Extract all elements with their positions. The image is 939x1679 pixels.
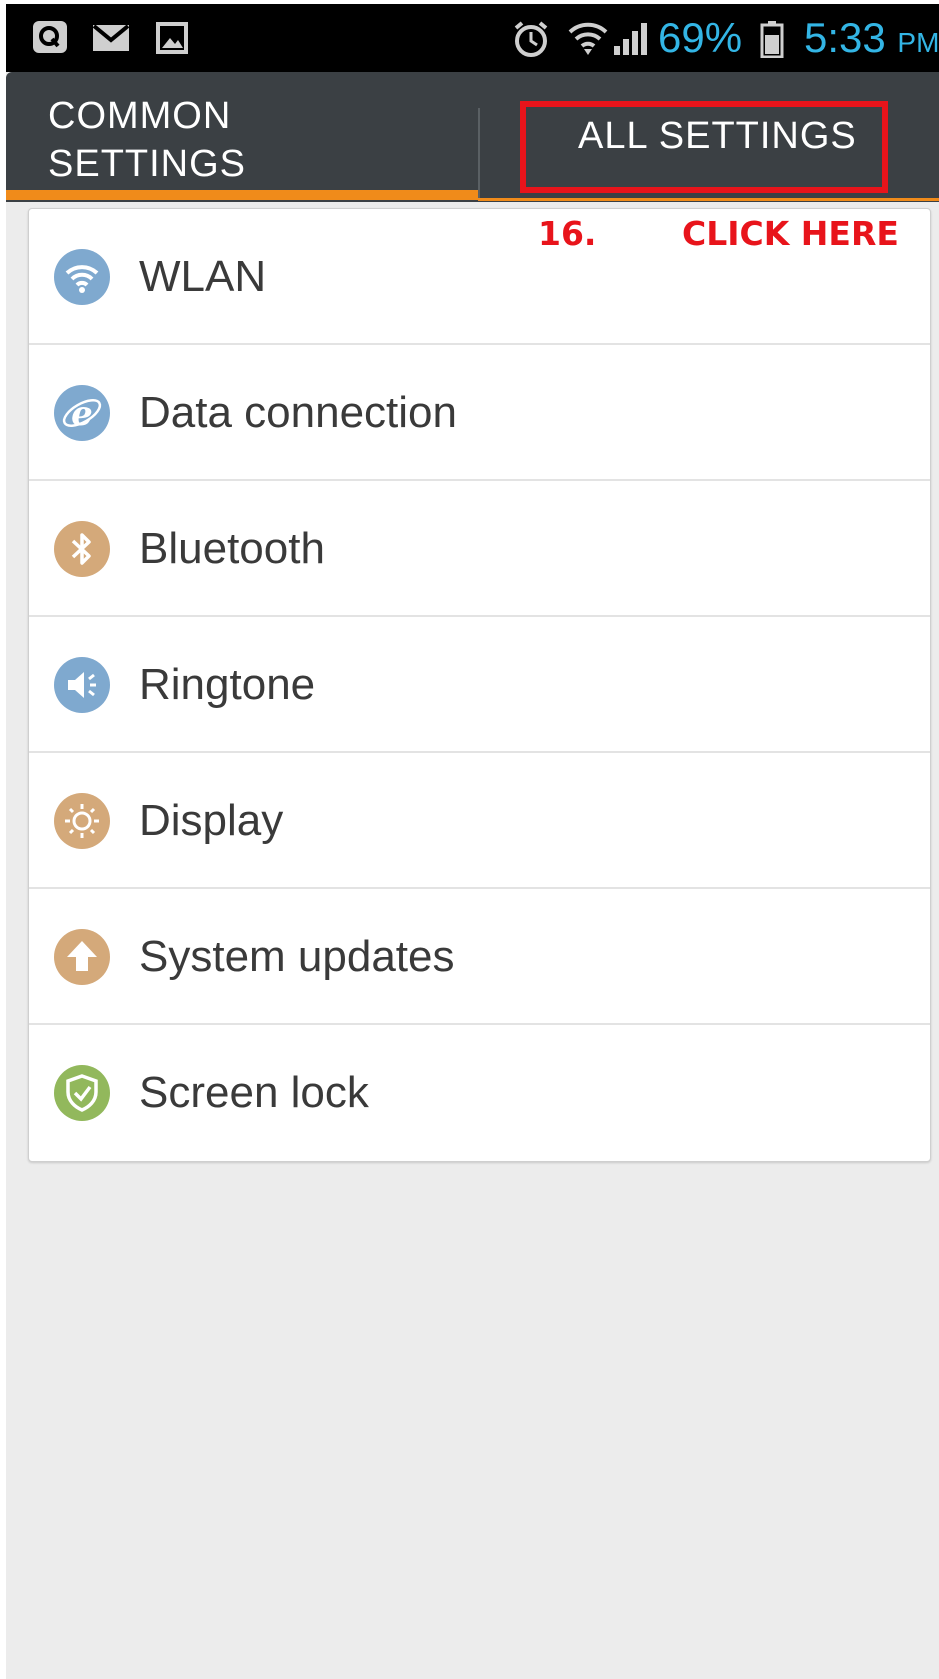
setting-display[interactable]: Display (29, 753, 930, 889)
speaker-icon (54, 657, 110, 713)
setting-label: Display (139, 796, 284, 845)
setting-screen-lock[interactable]: Screen lock (29, 1025, 930, 1161)
wifi-icon (568, 18, 608, 62)
clock: 5:33 PM (804, 14, 939, 67)
upload-arrow-icon (54, 929, 110, 985)
clock-time: 5:33 (804, 14, 886, 61)
alarm-icon (512, 20, 550, 62)
settings-list: WLAN e Data connection Bluetooth Rington… (28, 208, 931, 1162)
setting-data-connection[interactable]: e Data connection (29, 345, 930, 481)
selected-tab-indicator (6, 190, 478, 200)
setting-ringtone[interactable]: Ringtone (29, 617, 930, 753)
image-icon (156, 22, 188, 58)
mail-icon (92, 24, 130, 56)
tab-common-settings[interactable]: COMMON SETTINGS (6, 72, 478, 202)
battery-percent: 69% (658, 14, 743, 61)
setting-label: Ringtone (139, 660, 316, 709)
bluetooth-icon (54, 521, 110, 577)
settings-screen: 69% 5:33 PM COMMON SETTINGS ALL SETTINGS… (6, 4, 939, 1679)
clock-ampm: PM (897, 27, 939, 58)
signal-icon (612, 22, 648, 60)
annotation-highlight-box (520, 101, 888, 193)
setting-label: WLAN (139, 252, 267, 301)
battery-icon (760, 20, 784, 62)
tab-common-settings-label: COMMON SETTINGS (48, 95, 247, 185)
setting-label: Screen lock (139, 1068, 369, 1117)
annotation-instruction: CLICK HERE (682, 214, 899, 253)
status-bar: 69% 5:33 PM (6, 4, 939, 72)
setting-label: System updates (139, 932, 455, 981)
globe-e-icon: e (54, 385, 110, 441)
tab-bottom-line (478, 198, 939, 201)
setting-label: Bluetooth (139, 524, 325, 573)
setting-label: Data connection (139, 388, 457, 437)
wifi-icon (54, 249, 110, 305)
sun-icon (54, 793, 110, 849)
q-app-icon (32, 20, 68, 58)
setting-bluetooth[interactable]: Bluetooth (29, 481, 930, 617)
annotation-step-number: 16. (538, 214, 597, 253)
shield-icon (54, 1065, 110, 1121)
setting-system-updates[interactable]: System updates (29, 889, 930, 1025)
